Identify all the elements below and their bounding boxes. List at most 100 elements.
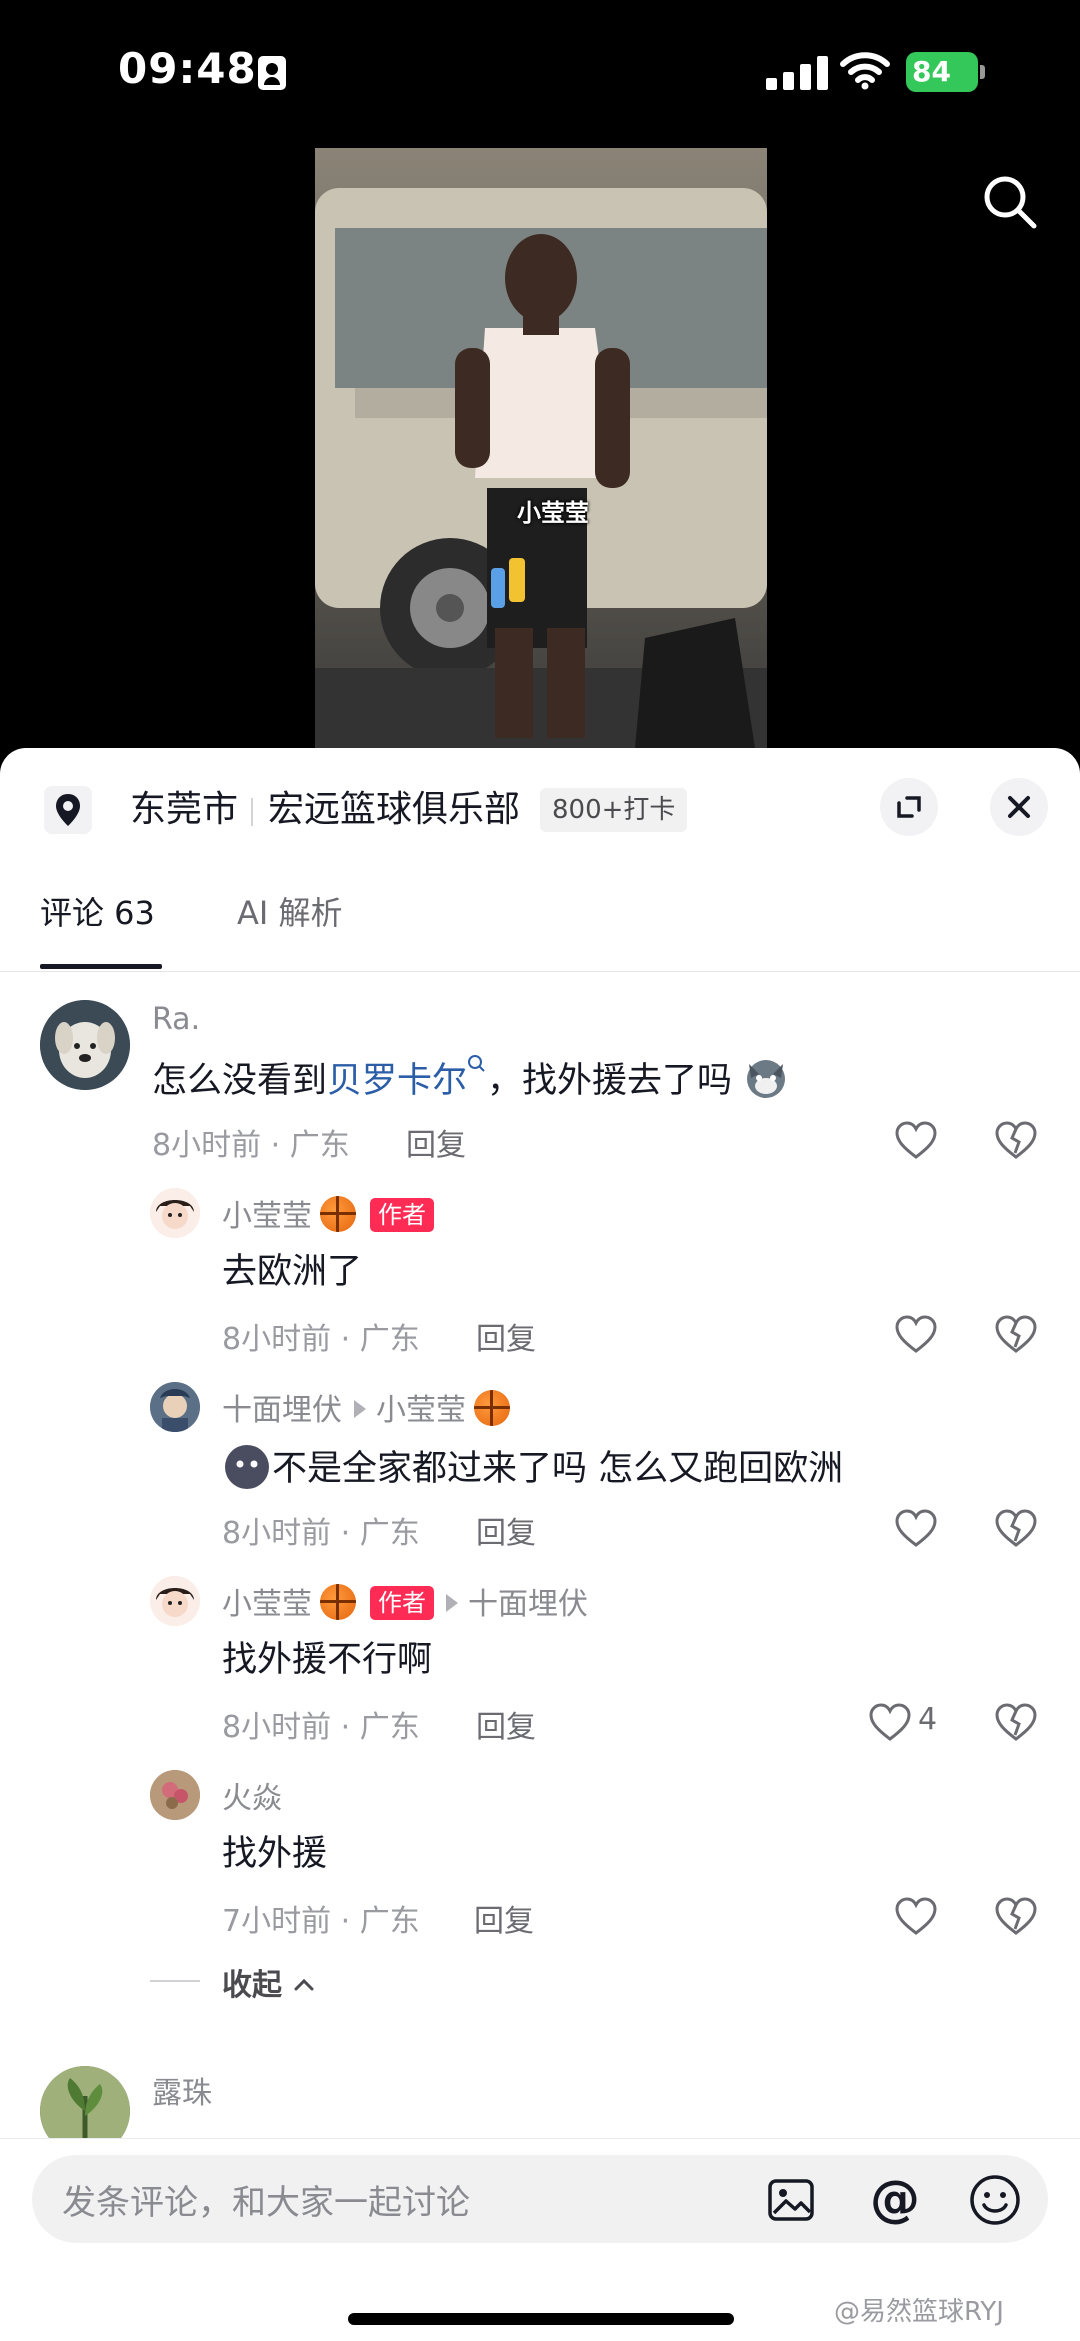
search-mention-icon (468, 1055, 485, 1072)
reply-username: 小莹莹 作者 十面埋伏 (222, 1579, 588, 1623)
reply-to-username[interactable]: 小莹莹 (376, 1393, 466, 1428)
comment-username[interactable]: 露珠 (152, 2068, 212, 2112)
reply-username[interactable]: 火焱 (222, 1773, 282, 1817)
basketball-icon (320, 1196, 356, 1232)
basketball-icon (320, 1584, 356, 1620)
comment-tabs: 评论 63 AI 解析 (0, 868, 1080, 972)
heart-icon[interactable] (868, 1702, 912, 1742)
collapse-replies-button[interactable]: 收起 (222, 1960, 316, 2004)
comment-username[interactable]: Ra. (152, 1002, 200, 1037)
chevron-up-icon (294, 1978, 314, 1991)
video-frame-image (315, 148, 767, 748)
mention-link[interactable]: 贝罗卡尔 (327, 1061, 467, 1101)
reply-text: 不是全家都过来了吗 怎么又跑回欧洲 (222, 1442, 843, 1493)
comment-input-bar: 发条评论，和大家一起讨论 @ @易然篮球RYJ (0, 2138, 1080, 2341)
home-indicator[interactable] (348, 2313, 734, 2325)
dark-face-emoji-icon (225, 1445, 269, 1489)
location-bar[interactable]: 东莞市 宏远篮球俱乐部 800+打卡 (0, 748, 1080, 868)
author-badge: 作者 (370, 1198, 434, 1232)
reply-time-location: 8小时前 · 广东 (222, 1710, 420, 1745)
avatar[interactable] (150, 1382, 200, 1432)
status-bar: 09:48 84 (0, 0, 1080, 140)
heart-icon[interactable] (894, 1314, 938, 1354)
reply-username-text[interactable]: 十面埋伏 (222, 1393, 342, 1428)
collapse-divider (150, 1980, 200, 1982)
avatar[interactable] (40, 1000, 130, 1090)
reply-username: 十面埋伏 小莹莹 (222, 1385, 510, 1429)
character-avatar-icon (150, 1382, 200, 1432)
mention-at-icon[interactable]: @ (866, 2169, 924, 2229)
girl-avatar-icon (150, 1576, 200, 1626)
active-tab-indicator (40, 964, 162, 969)
reply-to-arrow-icon (446, 1594, 458, 1612)
expand-icon (897, 796, 921, 818)
reply-time-location: 8小时前 · 广东 (222, 1516, 420, 1551)
reply-button[interactable]: 回复 (476, 1702, 536, 1746)
broken-heart-icon[interactable] (994, 1702, 1038, 1742)
broken-heart-icon[interactable] (994, 1314, 1038, 1354)
fox-emoji-icon (747, 1060, 786, 1098)
author-badge: 作者 (370, 1586, 434, 1620)
heart-icon[interactable] (894, 1120, 938, 1160)
heart-icon[interactable] (894, 1508, 938, 1548)
checkin-count-badge: 800+打卡 (540, 788, 688, 832)
portrait-lock-icon (258, 56, 286, 90)
reply-to-username[interactable]: 十面埋伏 (468, 1587, 588, 1622)
avatar[interactable] (150, 1770, 200, 1820)
reply-text: 找外援不行啊 (222, 1640, 433, 1680)
video-watermark: 小莹莹 (517, 499, 589, 527)
battery-indicator: 84 (906, 52, 986, 92)
cellular-signal-icon (766, 56, 828, 90)
close-icon (1008, 796, 1030, 818)
reply-button[interactable]: 回复 (476, 1508, 536, 1552)
comment-sheet: 东莞市 宏远篮球俱乐部 800+打卡 评论 63 AI 解析 Ra. 怎么没看到… (0, 748, 1080, 2341)
search-icon[interactable] (980, 172, 1040, 232)
reply-to-arrow-icon (354, 1400, 366, 1418)
location-place[interactable]: 宏远篮球俱乐部 (268, 788, 520, 832)
battery-level: 84 (906, 52, 978, 92)
collapse-label: 收起 (222, 1968, 282, 2003)
weibo-watermark: @易然篮球RYJ (834, 2297, 1004, 2327)
reply-button[interactable]: 回复 (406, 1120, 466, 1164)
broken-heart-icon[interactable] (994, 1120, 1038, 1160)
comment-text: 怎么没看到贝罗卡尔 ，找外援去了吗 (152, 1054, 789, 1105)
emoji-icon[interactable] (968, 2173, 1022, 2227)
status-time: 09:48 (118, 44, 257, 93)
dog-avatar-icon (40, 1000, 130, 1090)
comment-time-location: 8小时前 · 广东 (152, 1128, 350, 1163)
reply-text: 找外援 (222, 1834, 328, 1874)
reply-username-text[interactable]: 小莹莹 (222, 1199, 312, 1234)
girl-avatar-icon (150, 1188, 200, 1238)
avatar[interactable] (150, 1188, 200, 1238)
location-pin-icon (44, 786, 92, 834)
reply-time-location: 8小时前 · 广东 (222, 1322, 420, 1357)
broken-heart-icon[interactable] (994, 1508, 1038, 1548)
battery-cap (980, 65, 985, 79)
comment-input[interactable]: 发条评论，和大家一起讨论 @ (32, 2155, 1048, 2243)
image-picker-icon[interactable] (766, 2175, 816, 2225)
reply-time-location: 7小时前 · 广东 (222, 1904, 420, 1939)
video-player[interactable]: 小莹莹 (315, 148, 767, 748)
reply-text: 去欧洲了 (222, 1252, 363, 1292)
tab-comments[interactable]: 评论 63 (40, 888, 155, 934)
reply-text-content: 不是全家都过来了吗 怎么又跑回欧洲 (272, 1449, 844, 1489)
flower-avatar-icon (150, 1770, 200, 1820)
comment-text-part: ，找外援去了吗 (487, 1061, 733, 1101)
broken-heart-icon[interactable] (994, 1896, 1038, 1936)
reply-username: 小莹莹 作者 (222, 1191, 434, 1235)
expand-button[interactable] (880, 778, 938, 836)
comment-text-part: 怎么没看到 (152, 1061, 328, 1101)
tab-ai-analysis[interactable]: AI 解析 (237, 888, 343, 934)
wifi-icon (840, 52, 890, 90)
avatar[interactable] (150, 1576, 200, 1626)
heart-icon[interactable] (894, 1896, 938, 1936)
reply-username-text[interactable]: 小莹莹 (222, 1587, 312, 1622)
reply-button[interactable]: 回复 (476, 1314, 536, 1358)
comment-input-placeholder: 发条评论，和大家一起讨论 (62, 2183, 470, 2223)
location-city[interactable]: 东莞市 (130, 788, 238, 832)
basketball-icon (474, 1390, 510, 1426)
reply-button[interactable]: 回复 (474, 1896, 534, 1940)
like-count: 4 (918, 1702, 938, 1737)
location-divider (251, 798, 253, 826)
close-button[interactable] (990, 778, 1048, 836)
